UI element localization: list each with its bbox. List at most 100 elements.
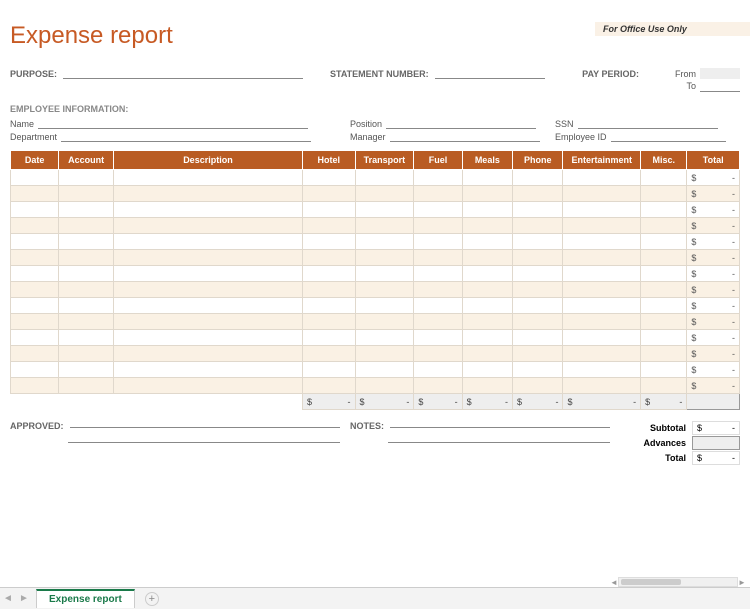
cell[interactable] [355,282,414,298]
cell[interactable] [11,234,59,250]
cell[interactable] [641,186,687,202]
cell[interactable] [59,282,114,298]
cell[interactable] [513,170,563,186]
notes-input-line-2[interactable] [388,431,610,443]
cell[interactable] [355,378,414,394]
cell[interactable] [414,202,462,218]
approved-input-line[interactable] [70,416,340,428]
cell[interactable] [113,378,302,394]
cell[interactable] [59,234,114,250]
cell[interactable] [59,186,114,202]
cell[interactable] [641,298,687,314]
cell[interactable] [302,378,355,394]
cell[interactable] [563,378,641,394]
advances-input[interactable] [692,436,740,450]
cell[interactable] [563,298,641,314]
purpose-input-line[interactable] [63,68,303,79]
add-sheet-button[interactable]: + [145,592,159,606]
manager-input-line[interactable] [390,131,540,142]
cell[interactable] [513,378,563,394]
cell[interactable] [11,314,59,330]
cell[interactable] [302,346,355,362]
scrollbar-thumb[interactable] [621,579,681,585]
cell[interactable] [641,250,687,266]
cell[interactable] [513,362,563,378]
cell[interactable] [641,362,687,378]
cell[interactable] [113,234,302,250]
cell[interactable] [462,330,512,346]
cell[interactable] [355,362,414,378]
cell[interactable] [113,362,302,378]
cell[interactable] [302,298,355,314]
cell[interactable] [59,378,114,394]
cell[interactable] [302,250,355,266]
cell[interactable] [113,330,302,346]
cell[interactable] [355,314,414,330]
cell[interactable] [462,186,512,202]
cell[interactable] [302,186,355,202]
cell[interactable] [113,346,302,362]
cell[interactable] [11,266,59,282]
cell[interactable] [563,362,641,378]
cell[interactable] [563,330,641,346]
cell[interactable] [563,170,641,186]
cell[interactable] [59,218,114,234]
cell[interactable] [414,362,462,378]
cell[interactable] [563,202,641,218]
cell[interactable] [462,234,512,250]
cell[interactable] [414,218,462,234]
cell[interactable] [563,346,641,362]
cell[interactable] [462,170,512,186]
cell[interactable] [355,298,414,314]
sheet-tab-expense-report[interactable]: Expense report [36,589,135,608]
cell[interactable] [59,362,114,378]
cell[interactable] [414,234,462,250]
cell[interactable] [302,330,355,346]
cell[interactable] [113,282,302,298]
cell[interactable] [414,266,462,282]
cell[interactable] [414,170,462,186]
cell[interactable] [641,378,687,394]
cell[interactable] [513,202,563,218]
scroll-right-icon[interactable]: ► [737,578,747,586]
cell[interactable] [11,202,59,218]
cell[interactable] [113,250,302,266]
cell[interactable] [59,202,114,218]
cell[interactable] [641,218,687,234]
department-input-line[interactable] [61,131,311,142]
cell[interactable] [11,378,59,394]
cell[interactable] [641,234,687,250]
cell[interactable] [462,266,512,282]
cell[interactable] [513,298,563,314]
cell[interactable] [113,298,302,314]
tab-nav-first-icon[interactable]: ◄ [0,593,16,604]
cell[interactable] [563,282,641,298]
cell[interactable] [113,202,302,218]
cell[interactable] [355,250,414,266]
cell[interactable] [302,234,355,250]
cell[interactable] [59,266,114,282]
cell[interactable] [513,218,563,234]
cell[interactable] [355,218,414,234]
cell[interactable] [641,282,687,298]
cell[interactable] [11,186,59,202]
cell[interactable] [513,346,563,362]
cell[interactable] [563,234,641,250]
approved-input-line-2[interactable] [68,431,340,443]
cell[interactable] [355,202,414,218]
cell[interactable] [563,250,641,266]
cell[interactable] [113,170,302,186]
cell[interactable] [11,330,59,346]
cell[interactable] [355,186,414,202]
cell[interactable] [414,250,462,266]
cell[interactable] [513,330,563,346]
cell[interactable] [563,186,641,202]
cell[interactable] [113,314,302,330]
cell[interactable] [513,234,563,250]
cell[interactable] [59,298,114,314]
scroll-left-icon[interactable]: ◄ [609,578,619,586]
cell[interactable] [462,218,512,234]
position-input-line[interactable] [386,118,536,129]
pay-period-to-input[interactable] [700,81,740,92]
cell[interactable] [641,346,687,362]
